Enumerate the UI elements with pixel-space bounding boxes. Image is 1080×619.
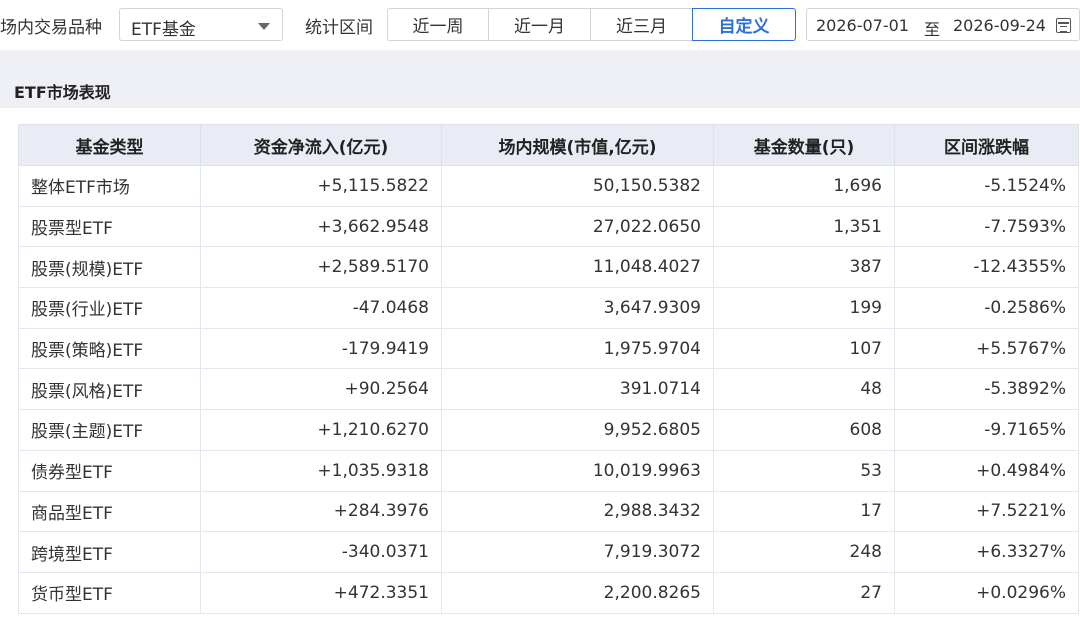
cell-fund-type: 股票(策略)ETF bbox=[18, 327, 201, 370]
calendar-icon[interactable] bbox=[1056, 18, 1071, 33]
cell-market-scale: 391.0714 bbox=[441, 368, 714, 411]
table-row: 商品型ETF +284.3976 2,988.3432 17 +7.5221% bbox=[18, 490, 1079, 533]
cell-fund-type: 股票(风格)ETF bbox=[18, 368, 201, 411]
cell-fund-count: 1,351 bbox=[713, 205, 895, 248]
cell-net-inflow: +3,662.9548 bbox=[200, 205, 442, 248]
tab-custom[interactable]: 自定义 bbox=[692, 8, 796, 41]
table-row: 股票(主题)ETF +1,210.6270 9,952.6805 608 -9.7165… bbox=[18, 409, 1079, 451]
cell-fund-count: 17 bbox=[713, 490, 895, 533]
cell-period-change: +0.0296% bbox=[894, 571, 1079, 614]
date-separator: 至 bbox=[924, 20, 941, 39]
table-row: 股票(策略)ETF -179.9419 1,975.9704 107 +5.5767% bbox=[18, 327, 1079, 370]
table-header-row: 基金类型 资金净流入(亿元) 场内规模(市值,亿元) 基金数量(只) 区间涨跌幅 bbox=[18, 124, 1079, 166]
cell-market-scale: 3,647.9309 bbox=[441, 287, 714, 329]
table-row: 股票(风格)ETF +90.2564 391.0714 48 -5.3892% bbox=[18, 368, 1079, 411]
cell-net-inflow: -47.0468 bbox=[200, 287, 442, 329]
filter-bar: 场内交易品种 ETF基金 统计区间 近一周 近一月 近三月 自定义 2026-0… bbox=[0, 0, 1080, 50]
period-label: 统计区间 bbox=[305, 18, 373, 38]
cell-fund-count: 1,696 bbox=[713, 165, 895, 207]
header-fund-type: 基金类型 bbox=[18, 124, 201, 166]
cell-net-inflow: +284.3976 bbox=[200, 490, 442, 533]
panel-title: ETF市场表现 bbox=[14, 83, 111, 102]
cell-market-scale: 7,919.3072 bbox=[441, 531, 714, 573]
market-select[interactable]: ETF基金 bbox=[119, 8, 283, 41]
cell-period-change: -0.2586% bbox=[894, 287, 1079, 329]
cell-fund-type: 跨境型ETF bbox=[18, 531, 201, 573]
cell-period-change: -7.7593% bbox=[894, 205, 1079, 248]
tab-week[interactable]: 近一周 bbox=[387, 8, 489, 41]
etf-market-panel: ETF市场表现 基金类型 资金净流入(亿元) 场内规模(市值,亿元) 基金数量(… bbox=[0, 68, 1080, 619]
cell-net-inflow: -340.0371 bbox=[200, 531, 442, 573]
cell-net-inflow: +90.2564 bbox=[200, 368, 442, 411]
cell-period-change: -9.7165% bbox=[894, 409, 1079, 451]
table-row: 股票(规模)ETF +2,589.5170 11,048.4027 387 -12.43… bbox=[18, 246, 1079, 289]
cell-market-scale: 11,048.4027 bbox=[441, 246, 714, 289]
table-row: 股票型ETF +3,662.9548 27,022.0650 1,351 -7.7593… bbox=[18, 205, 1079, 248]
cell-period-change: +0.4984% bbox=[894, 449, 1079, 492]
table-row: 股票(行业)ETF -47.0468 3,647.9309 199 -0.2586% bbox=[18, 287, 1079, 329]
tab-three-months[interactable]: 近三月 bbox=[590, 8, 693, 41]
cell-fund-type: 股票型ETF bbox=[18, 205, 201, 248]
cell-period-change: -12.4355% bbox=[894, 246, 1079, 289]
section-divider bbox=[0, 50, 1080, 68]
cell-period-change: -5.1524% bbox=[894, 165, 1079, 207]
cell-market-scale: 27,022.0650 bbox=[441, 205, 714, 248]
cell-net-inflow: +472.3351 bbox=[200, 571, 442, 614]
cell-fund-type: 债券型ETF bbox=[18, 449, 201, 492]
cell-fund-count: 53 bbox=[713, 449, 895, 492]
cell-period-change: -5.3892% bbox=[894, 368, 1079, 411]
date-end: 2026-09-24 bbox=[953, 16, 1046, 35]
cell-fund-count: 387 bbox=[713, 246, 895, 289]
cell-market-scale: 50,150.5382 bbox=[441, 165, 714, 207]
cell-net-inflow: +1,035.9318 bbox=[200, 449, 442, 492]
header-fund-count: 基金数量(只) bbox=[713, 124, 895, 166]
cell-fund-count: 248 bbox=[713, 531, 895, 573]
cell-net-inflow: +2,589.5170 bbox=[200, 246, 442, 289]
table-row: 整体ETF市场 +5,115.5822 50,150.5382 1,696 -5.152… bbox=[18, 165, 1079, 207]
cell-fund-count: 107 bbox=[713, 327, 895, 370]
cell-market-scale: 2,988.3432 bbox=[441, 490, 714, 533]
cell-net-inflow: +5,115.5822 bbox=[200, 165, 442, 207]
header-net-inflow: 资金净流入(亿元) bbox=[200, 124, 442, 166]
cell-fund-type: 股票(主题)ETF bbox=[18, 409, 201, 451]
period-tabs: 近一周 近一月 近三月 自定义 bbox=[387, 8, 796, 41]
cell-fund-type: 股票(行业)ETF bbox=[18, 287, 201, 329]
market-label: 场内交易品种 bbox=[0, 18, 102, 38]
cell-net-inflow: +1,210.6270 bbox=[200, 409, 442, 451]
cell-fund-type: 商品型ETF bbox=[18, 490, 201, 533]
etf-performance-table: 基金类型 资金净流入(亿元) 场内规模(市值,亿元) 基金数量(只) 区间涨跌幅… bbox=[18, 124, 1079, 614]
cell-fund-type: 股票(规模)ETF bbox=[18, 246, 201, 289]
cell-period-change: +7.5221% bbox=[894, 490, 1079, 533]
header-market-scale: 场内规模(市值,亿元) bbox=[441, 124, 714, 166]
tab-month[interactable]: 近一月 bbox=[488, 8, 591, 41]
table-row: 跨境型ETF -340.0371 7,919.3072 248 +6.3327% bbox=[18, 531, 1079, 573]
chevron-down-icon bbox=[258, 23, 270, 30]
table-row: 货币型ETF +472.3351 2,200.8265 27 +0.0296% bbox=[18, 571, 1079, 614]
panel-header: ETF市场表现 bbox=[0, 68, 1080, 108]
date-start: 2026-07-01 bbox=[816, 16, 909, 35]
date-range-picker[interactable]: 2026-07-01 至 2026-09-24 bbox=[806, 8, 1080, 41]
cell-market-scale: 1,975.9704 bbox=[441, 327, 714, 370]
cell-net-inflow: -179.9419 bbox=[200, 327, 442, 370]
cell-market-scale: 9,952.6805 bbox=[441, 409, 714, 451]
cell-period-change: +5.5767% bbox=[894, 327, 1079, 370]
cell-fund-count: 199 bbox=[713, 287, 895, 329]
cell-market-scale: 10,019.9963 bbox=[441, 449, 714, 492]
header-period-change: 区间涨跌幅 bbox=[894, 124, 1079, 166]
cell-fund-count: 48 bbox=[713, 368, 895, 411]
cell-fund-count: 27 bbox=[713, 571, 895, 614]
market-select-value: ETF基金 bbox=[131, 20, 196, 40]
cell-fund-type: 整体ETF市场 bbox=[18, 165, 201, 207]
table-row: 债券型ETF +1,035.9318 10,019.9963 53 +0.4984% bbox=[18, 449, 1079, 492]
cell-period-change: +6.3327% bbox=[894, 531, 1079, 573]
cell-fund-type: 货币型ETF bbox=[18, 571, 201, 614]
cell-market-scale: 2,200.8265 bbox=[441, 571, 714, 614]
cell-fund-count: 608 bbox=[713, 409, 895, 451]
